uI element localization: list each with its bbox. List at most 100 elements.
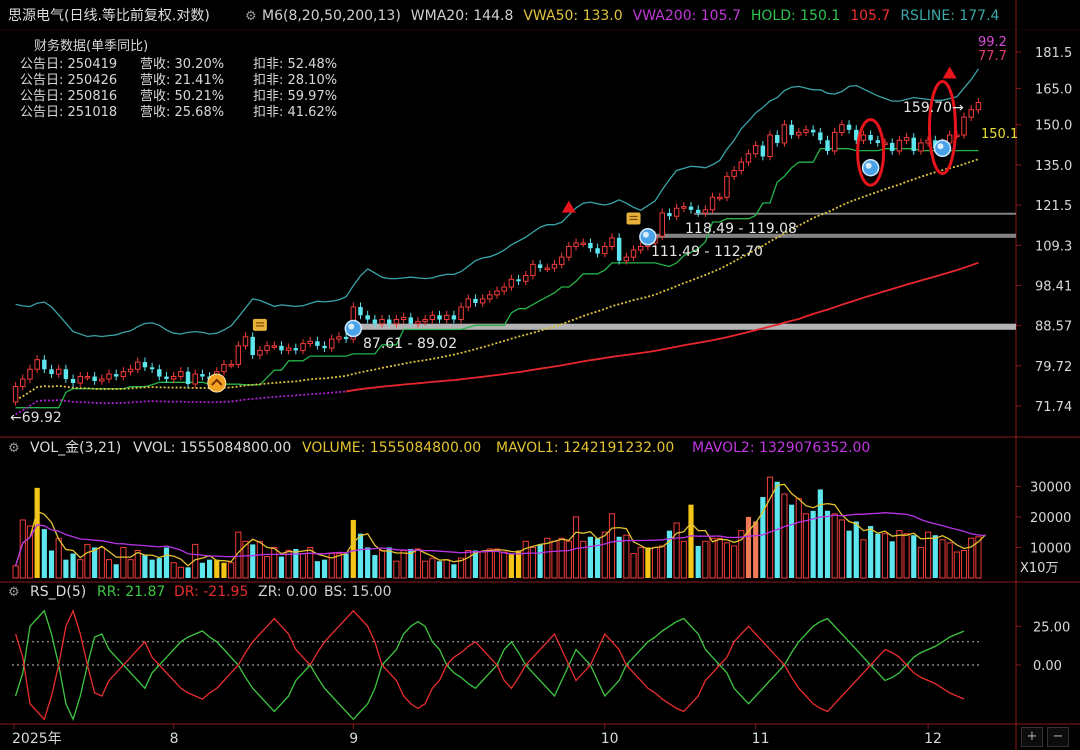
candle-body[interactable]: [673, 207, 680, 217]
volume-bar[interactable]: [41, 529, 47, 578]
volume-bar[interactable]: [350, 519, 356, 578]
candle-body[interactable]: [12, 386, 19, 403]
candle-body[interactable]: [752, 145, 759, 155]
candle-body[interactable]: [27, 368, 33, 380]
volume-bar[interactable]: [48, 550, 55, 579]
candle-body[interactable]: [918, 142, 924, 152]
candle-body[interactable]: [616, 237, 622, 261]
volume-bar[interactable]: [400, 550, 407, 579]
volume-bar[interactable]: [572, 516, 580, 579]
volume-bar[interactable]: [451, 564, 457, 578]
volume-bar[interactable]: [860, 539, 867, 579]
volume-bar[interactable]: [587, 536, 593, 578]
candle-body[interactable]: [825, 140, 830, 152]
volume-bar[interactable]: [946, 542, 953, 579]
candle-body[interactable]: [293, 348, 299, 351]
candle-body[interactable]: [831, 131, 838, 152]
candle-body[interactable]: [250, 336, 255, 356]
volume-bar[interactable]: [960, 550, 968, 579]
volume-bar[interactable]: [953, 551, 960, 579]
gear-icon[interactable]: ⚙: [245, 9, 257, 24]
volume-bar[interactable]: [307, 546, 314, 579]
candle-body[interactable]: [961, 116, 967, 136]
stock-chart[interactable]: 181.5 165.0 150.0 135.0 121.5 109.3 98.41 88.57…: [0, 0, 1080, 750]
volume-bar[interactable]: [493, 548, 501, 579]
candle-body[interactable]: [422, 319, 428, 323]
volume-bar[interactable]: [207, 559, 213, 578]
candle-body[interactable]: [968, 109, 974, 118]
candle-body[interactable]: [975, 101, 982, 111]
candle-body[interactable]: [408, 317, 414, 324]
candle-body[interactable]: [307, 340, 313, 345]
candle-body[interactable]: [551, 263, 558, 269]
candle-body[interactable]: [544, 267, 551, 271]
candle-body[interactable]: [630, 249, 637, 258]
volume-bar[interactable]: [680, 540, 687, 579]
candle-body[interactable]: [451, 315, 457, 320]
candle-body[interactable]: [494, 290, 500, 296]
volume-bar[interactable]: [666, 530, 673, 578]
candle-body[interactable]: [70, 379, 76, 383]
candle-body[interactable]: [358, 307, 363, 316]
candle-body[interactable]: [285, 347, 292, 351]
volume-bar[interactable]: [637, 546, 644, 579]
candle-body[interactable]: [372, 319, 378, 324]
candle-body[interactable]: [315, 341, 320, 346]
candle-body[interactable]: [731, 170, 737, 177]
candle-body[interactable]: [178, 371, 184, 378]
volume-bar[interactable]: [565, 540, 572, 579]
candle-body[interactable]: [487, 294, 493, 300]
volume-bar[interactable]: [723, 542, 731, 579]
volume-bar[interactable]: [98, 546, 105, 579]
candle-body[interactable]: [767, 134, 773, 157]
volume-bar[interactable]: [142, 555, 148, 578]
volume-bar[interactable]: [968, 537, 975, 579]
volume-bar[interactable]: [853, 521, 859, 578]
volume-bar[interactable]: [753, 521, 759, 578]
volume-bar[interactable]: [911, 535, 917, 578]
candle-body[interactable]: [149, 367, 155, 370]
volume-bar[interactable]: [163, 547, 170, 578]
volume-bar[interactable]: [149, 559, 155, 578]
candle-body[interactable]: [781, 124, 788, 144]
volume-bar[interactable]: [551, 540, 558, 579]
volume-bar[interactable]: [221, 562, 227, 578]
volume-bar[interactable]: [824, 510, 831, 578]
volume-bar[interactable]: [185, 567, 191, 578]
candle-body[interactable]: [437, 315, 442, 320]
candle-body[interactable]: [796, 131, 802, 136]
candle-body[interactable]: [99, 378, 105, 382]
volume-bar[interactable]: [608, 513, 616, 579]
volume-bar[interactable]: [77, 559, 84, 579]
volume-bar[interactable]: [789, 504, 795, 578]
candle-body[interactable]: [185, 371, 191, 385]
volume-bar[interactable]: [12, 565, 19, 579]
candle-body[interactable]: [77, 376, 83, 384]
gear-icon[interactable]: ⚙: [8, 441, 20, 456]
candle-body[interactable]: [322, 345, 327, 349]
candle-body[interactable]: [709, 196, 716, 211]
zoom-in-button[interactable]: +: [1021, 727, 1043, 747]
candle-body[interactable]: [875, 140, 881, 143]
volume-bar[interactable]: [177, 566, 184, 579]
volume-bar[interactable]: [343, 553, 349, 578]
candle-body[interactable]: [170, 376, 177, 380]
volume-bar[interactable]: [802, 513, 810, 579]
volume-bar[interactable]: [623, 534, 630, 579]
volume-bar[interactable]: [414, 548, 422, 579]
candle-body[interactable]: [609, 237, 615, 247]
candle-body[interactable]: [458, 306, 464, 321]
volume-bar[interactable]: [314, 561, 320, 578]
volume-bar[interactable]: [766, 476, 774, 579]
candle-body[interactable]: [602, 245, 608, 255]
volume-bar[interactable]: [335, 553, 343, 579]
volume-bar[interactable]: [896, 530, 903, 579]
volume-bar[interactable]: [250, 544, 256, 578]
candle-body[interactable]: [415, 321, 421, 325]
volume-bar[interactable]: [838, 519, 845, 579]
candle-body[interactable]: [429, 314, 436, 321]
candle-body[interactable]: [803, 129, 809, 133]
candle-body[interactable]: [896, 139, 903, 152]
volume-bar[interactable]: [745, 516, 752, 578]
candle-body[interactable]: [810, 129, 816, 133]
